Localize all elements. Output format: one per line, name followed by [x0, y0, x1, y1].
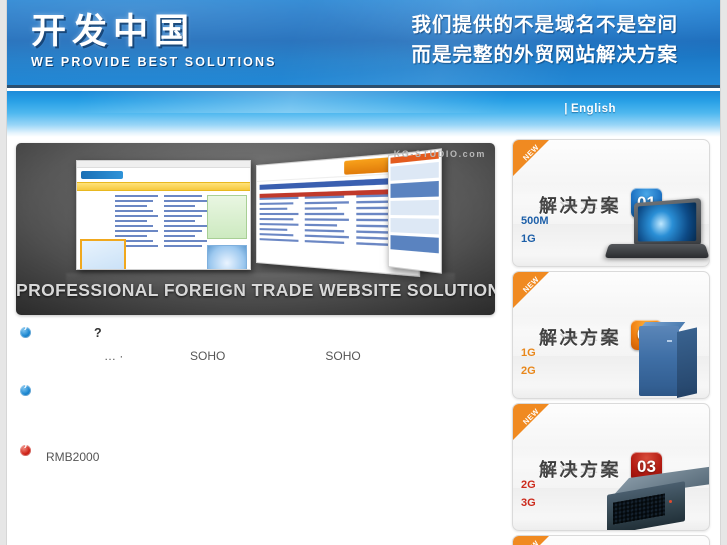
screenshot-tertiary — [388, 148, 442, 274]
hero-watermark: KG-STUDIO.com — [393, 149, 486, 159]
list-item[interactable] — [16, 381, 499, 403]
feature-bullet-list: ? … · SOHO SOHO RMB — [16, 323, 499, 466]
bullet-title: ? — [94, 326, 102, 340]
slogan-line-1: 我们提供的不是域名不是空间 — [411, 13, 678, 36]
main-navbar: | English — [7, 91, 720, 137]
header-slogan: 我们提供的不是域名不是空间 而是完整的外贸网站解决方案 — [411, 10, 678, 70]
chevron-circle-icon — [20, 441, 31, 456]
right-column-solutions: NEW 解决方案 01 500M 1G NEW 解决方案 — [512, 139, 714, 545]
screenshot-primary — [76, 160, 251, 270]
page-gutter-right — [720, 0, 727, 545]
content-area: KG-STUDIO.com PROFESSIONAL FOREIGN TRADE… — [7, 137, 720, 545]
spec-line: 3G — [521, 497, 536, 509]
spec-line: 1G — [521, 347, 536, 359]
solution-card-03[interactable]: NEW 解决方案 03 2G 3G — [512, 403, 710, 531]
language-switch-english[interactable]: | English — [564, 103, 616, 115]
solution-card-02[interactable]: NEW 解决方案 02 1G 2G — [512, 271, 710, 399]
nav-separator: | — [564, 103, 568, 115]
solution-card-04[interactable]: NEW — [512, 535, 710, 545]
site-header: 开发中国 WE PROVIDE BEST SOLUTIONS 我们提供的不是域名… — [7, 0, 720, 88]
spec-line: 500M — [521, 215, 549, 227]
page-gutter-left — [0, 0, 7, 545]
bullet-body: RMB2000 — [46, 450, 100, 464]
list-item[interactable]: RMB2000 — [16, 441, 499, 466]
card-specs: 1G 2G — [521, 344, 536, 380]
hero-banner[interactable]: KG-STUDIO.com PROFESSIONAL FOREIGN TRADE… — [16, 143, 495, 315]
chevron-circle-icon — [20, 381, 31, 396]
bullet-body — [16, 383, 499, 389]
card-title: 解决方案 — [539, 324, 621, 350]
spec-line: 1G — [521, 233, 536, 245]
left-column: KG-STUDIO.com PROFESSIONAL FOREIGN TRADE… — [16, 143, 499, 466]
card-specs: 2G 3G — [521, 476, 536, 512]
bullet-body: … · SOHO SOHO — [104, 349, 361, 363]
hero-caption: PROFESSIONAL FOREIGN TRADE WEBSITE SOLUT… — [16, 280, 495, 300]
logo-tagline: WE PROVIDE BEST SOLUTIONS — [31, 55, 277, 69]
solution-card-01[interactable]: NEW 解决方案 01 500M 1G — [512, 139, 710, 267]
spec-line: 2G — [521, 365, 536, 377]
site-logo[interactable]: 开发中国 WE PROVIDE BEST SOLUTIONS — [31, 12, 277, 69]
logo-chinese-title: 开发中国 — [31, 12, 196, 52]
english-link-label: English — [570, 103, 616, 115]
chevron-circle-icon — [20, 323, 31, 338]
spec-line: 2G — [521, 479, 536, 491]
list-item[interactable]: ? … · SOHO SOHO — [16, 323, 499, 365]
page-root: 开发中国 WE PROVIDE BEST SOLUTIONS 我们提供的不是域名… — [0, 0, 727, 545]
card-specs: 500M 1G — [521, 212, 549, 248]
slogan-line-2: 而是完整的外贸网站解决方案 — [411, 43, 678, 66]
